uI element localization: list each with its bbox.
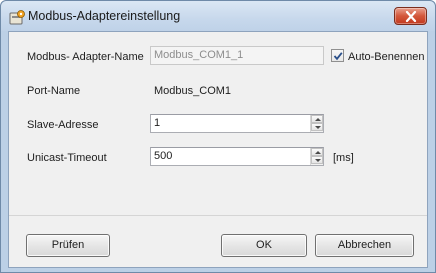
checkmark-icon — [333, 52, 343, 61]
cancel-button[interactable]: Abbrechen — [315, 234, 414, 257]
dialog-window: Modbus-Adaptereinstellung Modbus- Adapte… — [0, 0, 436, 273]
slave-address-input[interactable]: 1 — [150, 114, 324, 133]
port-name-value: Modbus_COM1 — [154, 85, 232, 97]
unicast-timeout-down-button[interactable] — [311, 156, 323, 164]
arrow-down-icon — [315, 126, 321, 129]
unicast-timeout-unit: [ms] — [333, 152, 354, 164]
auto-rename-checkbox[interactable] — [331, 49, 344, 62]
port-name-label: Port-Name — [27, 85, 81, 97]
arrow-down-icon — [315, 159, 321, 162]
unicast-timeout-stepper[interactable] — [310, 148, 323, 165]
arrow-up-icon — [315, 151, 321, 154]
adapter-name-field[interactable]: Modbus_COM1_1 — [150, 46, 324, 65]
dialog-client-area: Modbus- Adapter-Name Modbus_COM1_1 Auto-… — [8, 31, 428, 268]
slave-address-up-button[interactable] — [311, 115, 323, 123]
title-bar[interactable]: Modbus-Adaptereinstellung — [1, 1, 435, 31]
adapter-name-label: Modbus- Adapter-Name — [27, 51, 144, 63]
auto-rename-label: Auto-Benennen — [348, 51, 425, 63]
slave-address-down-button[interactable] — [311, 123, 323, 131]
ok-button[interactable]: OK — [221, 234, 307, 257]
slave-address-stepper[interactable] — [310, 115, 323, 132]
arrow-up-icon — [315, 118, 321, 121]
close-icon — [405, 11, 417, 22]
modbus-adapter-icon — [9, 10, 25, 25]
unicast-timeout-input[interactable]: 500 — [150, 147, 324, 166]
window-title: Modbus-Adaptereinstellung — [28, 9, 181, 23]
button-separator — [9, 215, 427, 216]
check-button[interactable]: Prüfen — [26, 234, 110, 257]
close-button[interactable] — [394, 7, 427, 25]
unicast-timeout-label: Unicast-Timeout — [27, 152, 107, 164]
unicast-timeout-up-button[interactable] — [311, 148, 323, 156]
slave-address-label: Slave-Adresse — [27, 119, 99, 131]
